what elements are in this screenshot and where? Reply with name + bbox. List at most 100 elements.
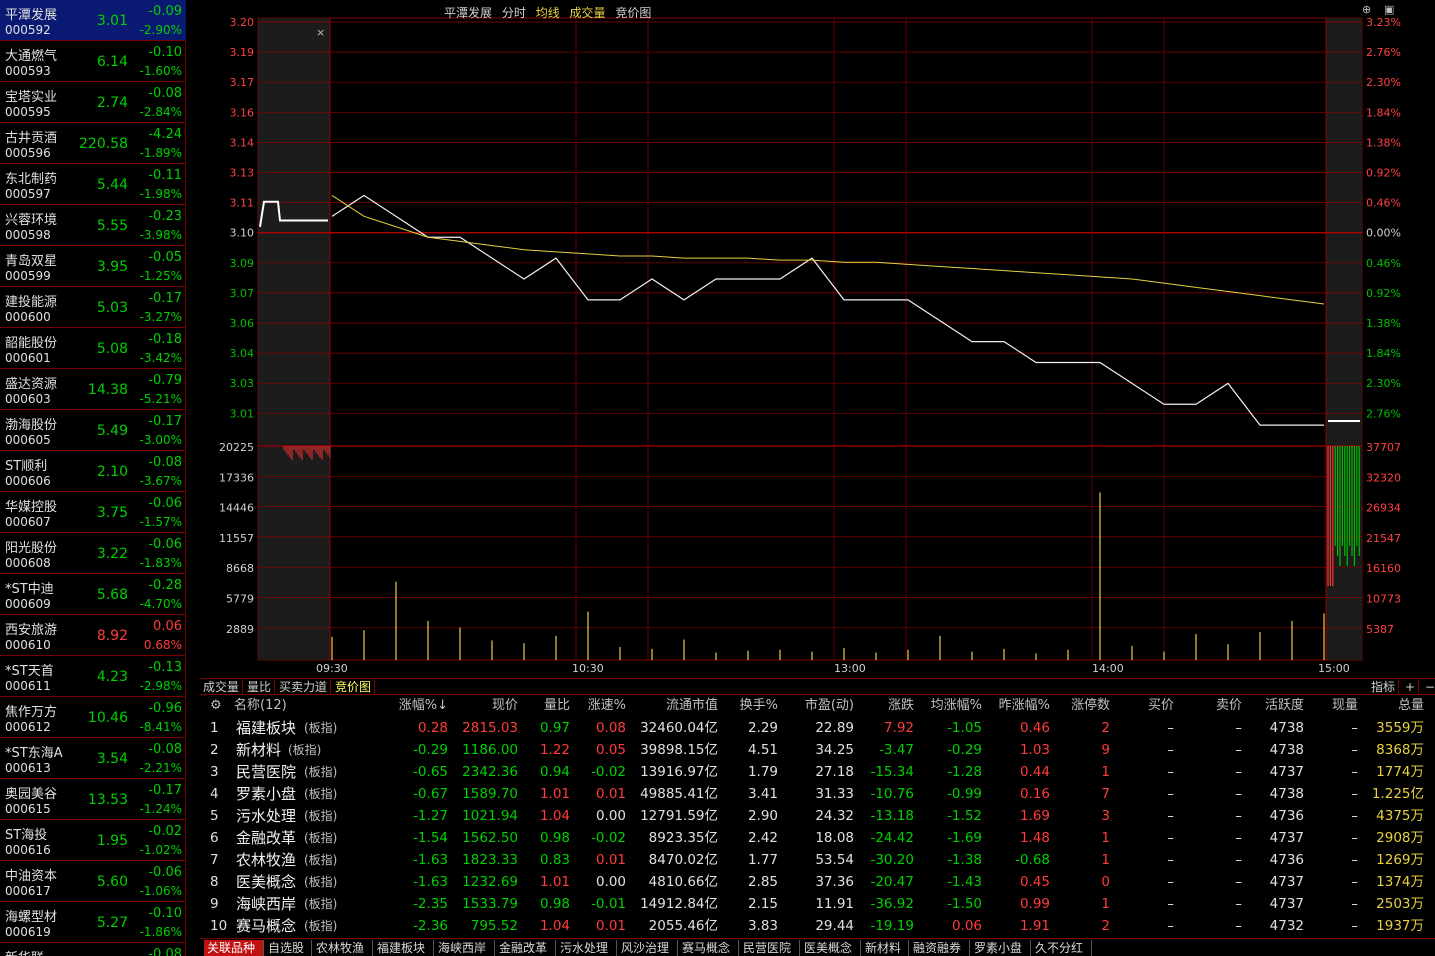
column-header[interactable]: 总量 [1362,696,1424,716]
chart-avg-label[interactable]: 均线 [536,6,560,20]
bottom-tab[interactable]: 金融改革 [496,940,556,956]
column-header[interactable]: 昨涨幅% [986,696,1050,716]
stock-list-item[interactable]: 中油资本 000617 5.60 -0.06 -1.06% [0,861,186,902]
bottom-tab[interactable]: 民营医院 [740,940,800,956]
stock-list-item[interactable]: 渤海股份 000605 5.49 -0.17 -3.00% [0,410,186,451]
tab-volume[interactable]: 成交量 [200,679,244,695]
stock-price: 3.95 [96,259,128,275]
stock-price: 8.92 [96,628,128,644]
stock-list-item[interactable]: 东北制药 000597 5.44 -0.11 -1.98% [0,164,186,205]
stock-list-item[interactable]: 奥园美谷 000615 13.53 -0.17 -1.24% [0,779,186,820]
settings-gear-icon[interactable]: ⚙ [210,696,222,716]
column-header[interactable]: 卖价 [1178,696,1242,716]
stock-list-item[interactable]: 海螺型材 000619 5.27 -0.10 -1.86% [0,902,186,943]
column-header[interactable]: 现价 [458,696,518,716]
intraday-chart[interactable]: 3.20 3.23% 3.19 2.76% 3.17 2.30% 3.16 1.84% 3.14… [186,0,1435,678]
table-row[interactable]: 9 海峡西岸 (板指) -2.35 1533.79 0.98 -0.01 14912.84亿 2… [200,893,1435,915]
bottom-tab[interactable]: 风沙治理 [618,940,678,956]
volume-right-tick-label: 21547 [1366,532,1401,545]
tab-buy-sell-force[interactable]: 买卖力道 [276,679,332,695]
tab-indicator[interactable]: 指标 [1368,679,1400,695]
stock-list-item[interactable]: 阳光股份 000608 3.22 -0.06 -1.83% [0,533,186,574]
bottom-tab[interactable]: 久不分红 [1032,940,1092,956]
bottom-tab[interactable]: 关联品种 [204,940,264,956]
price-tick-label: 3.19 [230,46,255,59]
pct-tick-label: 2.76% [1366,407,1401,420]
column-header[interactable]: 涨速% [574,696,626,716]
sector-name: 农林牧渔 [236,851,297,869]
bottom-tab[interactable]: 污水处理 [557,940,617,956]
stock-list-item[interactable]: 新华联 -0.08 [0,943,186,956]
bottom-tab[interactable]: 新材料 [862,940,909,956]
stock-list-item[interactable]: *ST中迪 000609 5.68 -0.28 -4.70% [0,574,186,615]
bottom-tab[interactable]: 罗素小盘 [971,940,1031,956]
speed: 0.00 [595,874,626,890]
stock-price: 13.53 [87,792,128,808]
stock-name: 盛达资源 [5,377,58,392]
column-header[interactable]: 流通市值 [630,696,718,716]
stock-list-item[interactable]: 华媒控股 000607 3.75 -0.06 -1.57% [0,492,186,533]
bottom-tab[interactable]: 农林牧渔 [313,940,373,956]
chart-mode-label[interactable]: 分时 [502,6,526,20]
total-volume: 1937万 [1376,918,1424,934]
stock-list-item[interactable]: 韶能股份 000601 5.08 -0.18 -3.42% [0,328,186,369]
column-header[interactable]: 市盈(动) [784,696,854,716]
column-header[interactable]: 均涨幅% [918,696,982,716]
table-row[interactable]: 1 福建板块 (板指) 0.28 2815.03 0.97 0.08 32460.04亿 2.2… [200,717,1435,739]
bottom-tab[interactable]: 自选股 [265,940,312,956]
stock-list-item[interactable]: 青岛双星 000599 3.95 -0.05 -1.25% [0,246,186,287]
stock-list-item[interactable]: *ST东海A 000613 3.54 -0.08 -2.21% [0,738,186,779]
bottom-tab[interactable]: 海峡西岸 [435,940,495,956]
table-row[interactable]: 2 新材料 (板指) -0.29 1186.00 1.22 0.05 39898.15亿 4.5… [200,739,1435,761]
stock-list-item[interactable]: 建投能源 000600 5.03 -0.17 -3.27% [0,287,186,328]
tab-volume-ratio[interactable]: 量比 [244,679,276,695]
table-row[interactable]: 7 农林牧渔 (板指) -1.63 1823.33 0.83 0.01 8470.02亿 1.7… [200,849,1435,871]
bottom-tab[interactable]: 福建板块 [374,940,434,956]
stock-list-item[interactable]: 盛达资源 000603 14.38 -0.79 -5.21% [0,369,186,410]
current-volume: – [1351,896,1358,912]
stock-change: -0.06 [148,865,182,880]
table-row[interactable]: 10 赛马概念 (板指) -2.36 795.52 1.04 0.01 2055.46亿 3.8… [200,915,1435,937]
stock-list-item[interactable]: 平潭发展 000592 3.01 -0.09 -2.90% [0,0,186,41]
pct-tick-label: 0.92% [1366,287,1401,300]
chart-bid-label[interactable]: 竞价图 [615,6,651,20]
column-header[interactable]: 换手% [722,696,778,716]
stock-list-sidebar[interactable]: 平潭发展 000592 3.01 -0.09 -2.90% 大通燃气 000593 6.14-… [0,0,186,956]
table-row[interactable]: 4 罗素小盘 (板指) -0.67 1589.70 1.01 0.01 49885.41亿 3.… [200,783,1435,805]
stock-list-item[interactable]: 西安旅游 000610 8.92 0.06 0.68% [0,615,186,656]
table-row[interactable]: 5 污水处理 (板指) -1.27 1021.94 1.04 0.00 12791.59亿 2.… [200,805,1435,827]
stock-list-item[interactable]: ST顺利 000606 2.10 -0.08 -3.67% [0,451,186,492]
stock-list-item[interactable]: 宝塔实业 000595 2.74 -0.08 -2.84% [0,82,186,123]
price: 2342.36 [462,764,518,780]
column-header[interactable]: 活跃度 [1246,696,1304,716]
remove-indicator-button[interactable]: − [1422,679,1435,695]
column-header[interactable]: 买价 [1114,696,1174,716]
stock-list-item[interactable]: 古井贡酒 000596 220.58 -4.24 -1.89% [0,123,186,164]
chart-vol-label[interactable]: 成交量 [570,6,606,20]
column-header[interactable]: 涨停数 [1054,696,1110,716]
stock-list-item[interactable]: 焦作万方 000612 10.46 -0.96 -8.41% [0,697,186,738]
column-header[interactable]: 涨幅%↓ [390,696,448,716]
bottom-tab[interactable]: 医美概念 [801,940,861,956]
stock-list-item[interactable]: 兴蓉环境 000598 5.55 -0.23 -3.98% [0,205,186,246]
stock-name: 青岛双星 [5,254,58,269]
bottom-tab[interactable]: 赛马概念 [679,940,739,956]
stock-change: -0.08 [148,455,182,470]
column-header[interactable]: 涨跌 [860,696,914,716]
table-row[interactable]: 8 医美概念 (板指) -1.63 1232.69 1.01 0.00 4810.66亿 2.8… [200,871,1435,893]
column-header[interactable]: 现量 [1306,696,1358,716]
stock-list-item[interactable]: 大通燃气 000593 6.14 -0.10 -1.60% [0,41,186,82]
table-row[interactable]: 6 金融改革 (板指) -1.54 1562.50 0.98 -0.02 8923.35亿 2.… [200,827,1435,849]
tab-bid-chart[interactable]: 竞价图 [332,679,376,695]
add-indicator-button[interactable]: + [1402,679,1420,695]
column-header[interactable]: 量比 [522,696,570,716]
total-volume: 2503万 [1376,896,1424,912]
stock-list-item[interactable]: *ST天首 000611 4.23 -0.13 -2.98% [0,656,186,697]
stock-change: -0.02 [148,824,182,839]
current-volume: – [1351,852,1358,868]
stock-list-item[interactable]: ST海投 000616 1.95 -0.02 -1.02% [0,820,186,861]
table-row[interactable]: 3 民营医院 (板指) -0.65 2342.36 0.94 -0.02 13916.97亿 1… [200,761,1435,783]
bottom-tab[interactable]: 融资融券 [910,940,970,956]
column-header[interactable]: 名称(12) [234,696,287,716]
ask-price: – [1235,830,1242,846]
